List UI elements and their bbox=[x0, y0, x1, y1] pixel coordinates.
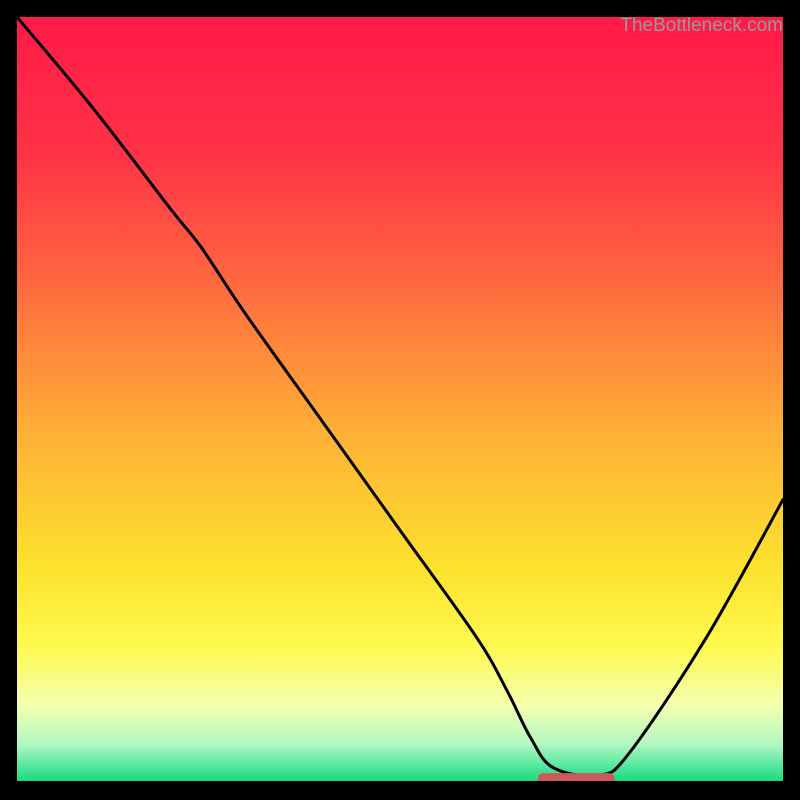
plot-area: TheBottleneck.com bbox=[17, 17, 783, 783]
watermark-label: TheBottleneck.com bbox=[620, 15, 783, 37]
bottleneck-chart: TheBottleneck.com bbox=[0, 0, 800, 800]
gradient-background bbox=[17, 17, 783, 783]
